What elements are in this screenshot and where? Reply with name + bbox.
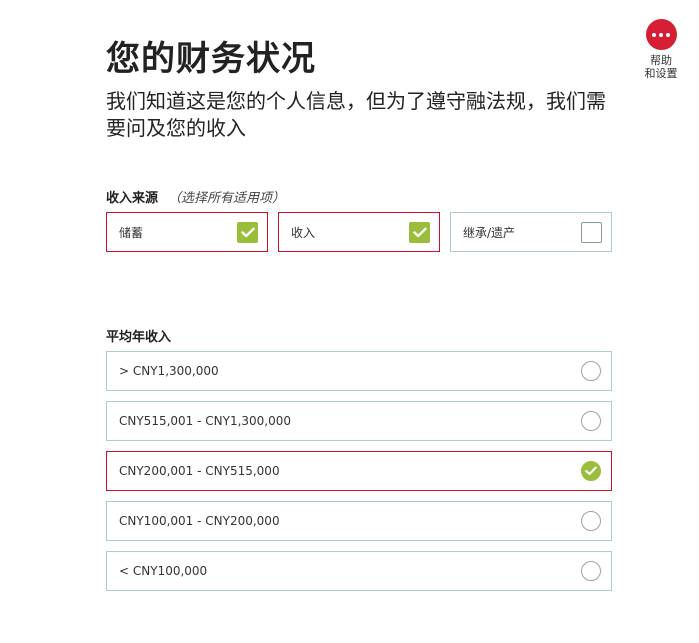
option-label: < CNY100,000 (119, 564, 208, 578)
checkbox-empty-icon[interactable] (581, 221, 602, 243)
income-source-option-income[interactable]: 收入 (278, 212, 440, 252)
option-label: 储蓄 (119, 225, 144, 240)
income-source-option-inheritance[interactable]: 继承/遗产 (450, 212, 612, 252)
annual-income-heading: 平均年收入 (106, 330, 172, 345)
page-subtitle: 我们知道这是您的个人信息，但为了遵守融法规，我们需要问及您的收入 (106, 89, 606, 140)
page-title: 您的财务状况 (106, 39, 316, 79)
checkbox-checked-icon[interactable] (409, 221, 430, 243)
annual-income-option-200001-515000[interactable]: CNY200,001 - CNY515,000 (106, 451, 612, 491)
radio-empty-icon[interactable] (581, 411, 601, 431)
annual-income-options: > CNY1,300,000 CNY515,001 - CNY1,300,000… (106, 351, 612, 601)
option-label: CNY515,001 - CNY1,300,000 (119, 414, 292, 428)
help-settings-button[interactable] (645, 19, 677, 50)
annual-income-option-over-1300000[interactable]: > CNY1,300,000 (106, 351, 612, 391)
option-label: 收入 (291, 225, 316, 240)
income-source-hint: （选择所有适用项） (168, 191, 286, 206)
radio-checked-icon[interactable] (581, 461, 601, 481)
radio-empty-icon[interactable] (581, 561, 601, 581)
radio-empty-icon[interactable] (581, 511, 601, 531)
help-settings-label: 帮助 和设置 (644, 54, 678, 80)
more-dots-icon (652, 32, 670, 37)
option-label: CNY100,001 - CNY200,000 (119, 514, 280, 528)
option-label: CNY200,001 - CNY515,000 (119, 464, 280, 478)
annual-income-option-100001-200000[interactable]: CNY100,001 - CNY200,000 (106, 501, 612, 541)
option-label: > CNY1,300,000 (119, 364, 219, 378)
help-settings: 帮助 和设置 (636, 19, 686, 80)
income-source-option-savings[interactable]: 储蓄 (106, 212, 268, 252)
checkbox-checked-icon[interactable] (237, 221, 258, 243)
income-source-label: 收入来源 (106, 191, 159, 206)
financial-status-page: 帮助 和设置 您的财务状况 我们知道这是您的个人信息，但为了遵守融法规，我们需要… (0, 0, 699, 643)
option-label: 继承/遗产 (463, 225, 516, 240)
radio-empty-icon[interactable] (581, 361, 601, 381)
annual-income-option-515001-1300000[interactable]: CNY515,001 - CNY1,300,000 (106, 401, 612, 441)
income-source-heading: 收入来源 （选择所有适用项） (106, 187, 285, 206)
income-source-options: 储蓄 收入 继承/遗产 (106, 212, 612, 252)
annual-income-option-under-100000[interactable]: < CNY100,000 (106, 551, 612, 591)
